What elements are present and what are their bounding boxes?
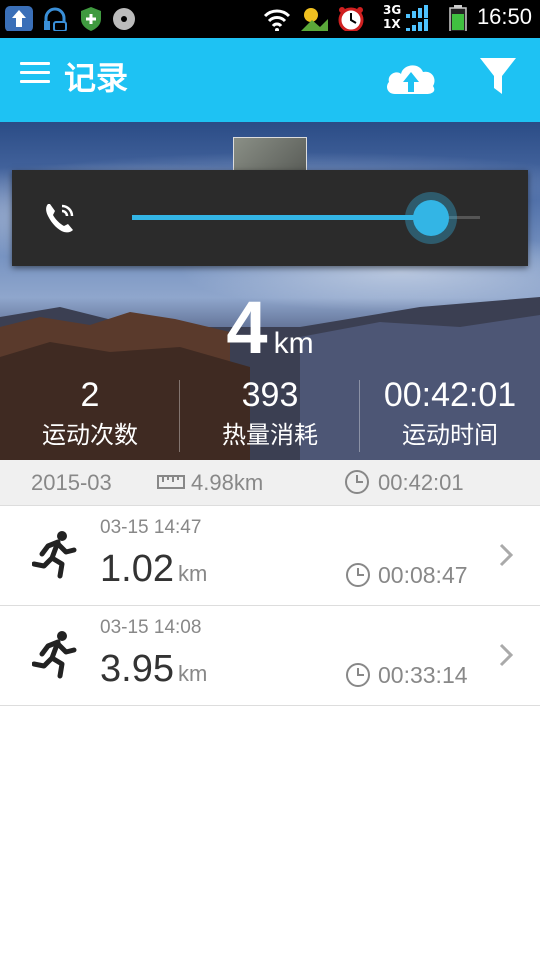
signal-icon <box>406 5 428 31</box>
month-duration: 00:42:01 <box>378 470 464 495</box>
record-duration: 00:33:14 <box>378 662 468 688</box>
record-distance: 1.02 km <box>100 548 207 591</box>
clock-icon <box>346 563 370 587</box>
cloud-upload-icon[interactable] <box>383 58 439 98</box>
shield-icon <box>81 7 101 31</box>
app-bar: 记录 <box>0 38 540 122</box>
stat-calories: 393 热量消耗 <box>180 372 360 452</box>
stat-label: 运动次数 <box>42 421 138 449</box>
stat-value: 393 <box>241 376 299 414</box>
status-time: 16:50 <box>476 4 532 29</box>
record-datetime: 03-15 14:47 <box>100 517 202 538</box>
phone-call-icon <box>46 204 74 233</box>
network-3g-label: 3G <box>383 3 402 17</box>
total-distance: 4 km <box>0 285 540 370</box>
month-summary-bar: 2015-03 4.98km 00:42:01 <box>0 460 540 506</box>
volume-dialog <box>12 170 528 266</box>
disc-icon <box>113 8 135 30</box>
record-distance-unit: km <box>177 561 208 586</box>
stat-label: 运动时间 <box>402 421 498 449</box>
filter-icon[interactable] <box>478 56 518 96</box>
total-distance-unit: km <box>273 327 314 360</box>
running-icon <box>32 631 77 679</box>
volume-slider-thumb[interactable] <box>413 200 450 236</box>
month-distance: 4.98km <box>191 470 264 495</box>
running-icon <box>32 531 77 579</box>
record-distance-unit: km <box>177 661 208 686</box>
record-distance-value: 3.95 <box>100 648 174 690</box>
status-bar: 3G 1X 16:50 <box>0 0 540 38</box>
record-distance: 3.95 km <box>100 648 207 691</box>
photo-thumbnail[interactable] <box>233 137 307 173</box>
chevron-right-icon <box>499 643 514 667</box>
clock-icon <box>346 663 370 687</box>
alarm-icon <box>338 7 364 31</box>
stat-label: 热量消耗 <box>222 421 318 449</box>
ruler-icon <box>157 475 185 489</box>
record-distance-value: 1.02 <box>100 548 174 590</box>
network-1x-label: 1X <box>383 17 401 31</box>
upload-notification-icon <box>5 6 33 31</box>
record-datetime: 03-15 14:08 <box>100 617 202 638</box>
record-row[interactable]: 03-15 14:08 3.95 km 00:33:14 <box>0 606 540 706</box>
stat-value: 2 <box>80 376 100 414</box>
page-title: 记录 <box>64 59 129 97</box>
chevron-right-icon <box>499 543 514 567</box>
network-type-label: 3G 1X <box>383 3 401 31</box>
clock-icon <box>345 470 369 494</box>
stat-workout-count: 2 运动次数 <box>0 372 180 452</box>
weather-icon <box>301 8 328 31</box>
stat-value: 00:42:01 <box>383 376 517 414</box>
volume-fill <box>132 215 432 220</box>
wifi-icon <box>263 9 291 31</box>
headset-icon <box>44 7 67 31</box>
stat-duration: 00:42:01 运动时间 <box>360 372 540 452</box>
battery-icon <box>449 5 467 31</box>
record-row[interactable]: 03-15 14:47 1.02 km 00:08:47 <box>0 506 540 606</box>
record-duration: 00:08:47 <box>378 562 468 588</box>
total-distance-value: 4 <box>226 286 268 369</box>
month-label: 2015-03 <box>31 470 112 495</box>
menu-icon[interactable] <box>20 62 52 86</box>
